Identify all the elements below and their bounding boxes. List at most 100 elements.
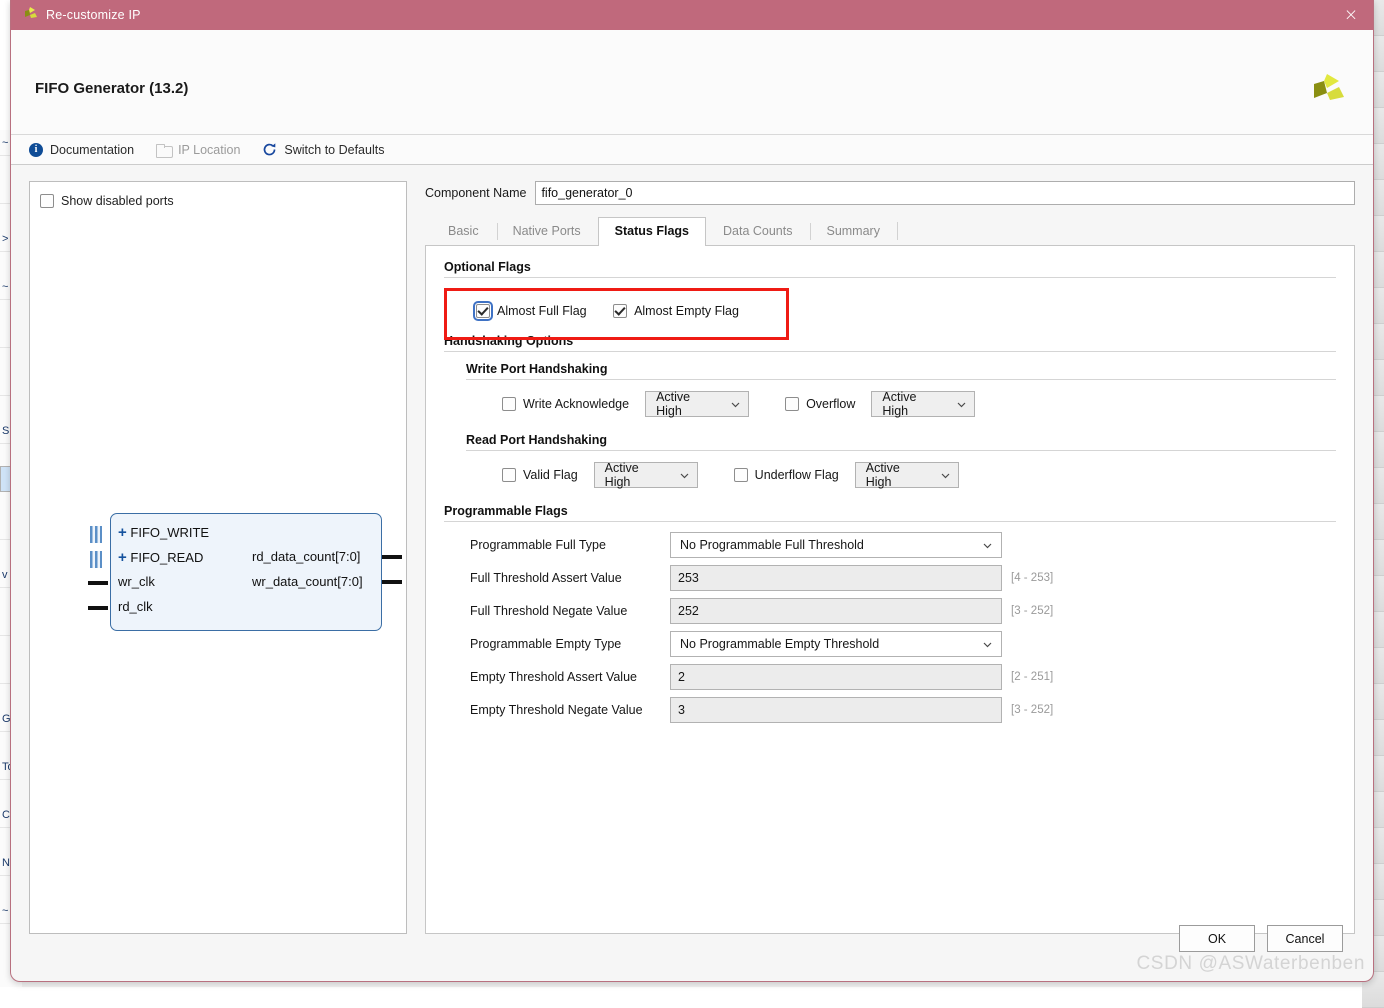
documentation-button[interactable]: i Documentation [29,143,134,157]
tab-summary[interactable]: Summary [809,217,896,245]
almost-empty-flag-checkbox[interactable] [613,304,627,318]
expand-icon[interactable]: + [118,524,127,541]
programmable-empty-type-label: Programmable Empty Type [470,637,670,651]
full-threshold-negate-row: Full Threshold Negate Value [3 - 252] [470,598,1336,624]
port-label-fifo-write[interactable]: + FIFO_WRITE [118,524,209,541]
switch-to-defaults-button[interactable]: Switch to Defaults [262,142,384,157]
cancel-button[interactable]: Cancel [1267,925,1343,952]
overflow-row[interactable]: Overflow [785,397,855,411]
full-threshold-negate-input[interactable] [670,598,1002,624]
handshaking-options-title: Handshaking Options [444,334,1336,348]
write-acknowledge-polarity-value: Active High [656,390,717,418]
programmable-full-type-value: No Programmable Full Threshold [680,538,864,552]
ip-options-panel: Component Name Basic Native Ports Status… [425,181,1355,934]
tab-bar-filler [897,222,1355,240]
write-acknowledge-polarity-select[interactable]: Active High [645,391,749,417]
empty-threshold-assert-input[interactable] [670,664,1002,690]
xilinx-logo-icon [21,6,39,24]
empty-threshold-negate-input[interactable] [670,697,1002,723]
tab-data-counts[interactable]: Data Counts [706,217,809,245]
port-label-fifo-read[interactable]: + FIFO_READ [118,549,203,566]
ok-button[interactable]: OK [1179,925,1255,952]
dialog-header: FIFO Generator (13.2) [11,30,1373,135]
ip-location-label: IP Location [178,143,240,157]
tab-bar: Basic Native Ports Status Flags Data Cou… [425,217,1355,246]
empty-threshold-assert-label: Empty Threshold Assert Value [470,670,670,684]
programmable-flags-grid: Programmable Full Type No Programmable F… [470,532,1336,723]
almost-full-flag-label: Almost Full Flag [497,304,587,318]
write-acknowledge-row[interactable]: Write Acknowledge [502,397,629,411]
close-icon[interactable]: × [1329,0,1373,30]
pin-rd-data-count [382,555,402,559]
programmable-empty-type-value: No Programmable Empty Threshold [680,637,879,651]
tab-native-ports[interactable]: Native Ports [496,217,598,245]
pin-fifo-read [90,551,102,568]
pin-wr-clk [88,581,108,585]
chevron-down-icon [731,400,740,409]
tab-status-flags[interactable]: Status Flags [598,217,706,246]
underflow-flag-polarity-select[interactable]: Active High [855,462,959,488]
almost-full-flag-row[interactable]: Almost Full Flag [476,304,587,318]
re-customize-ip-dialog: Re-customize IP × FIFO Generator (13.2) … [10,0,1374,982]
chevron-down-icon [983,541,992,550]
component-name-input[interactable] [535,181,1355,205]
empty-threshold-negate-label: Empty Threshold Negate Value [470,703,670,717]
show-disabled-ports-checkbox[interactable] [40,194,54,208]
full-threshold-negate-range: [3 - 252] [1011,605,1053,617]
empty-threshold-negate-row: Empty Threshold Negate Value [3 - 252] [470,697,1336,723]
almost-full-flag-checkbox[interactable] [476,304,490,318]
chevron-down-icon [680,471,689,480]
switch-to-defaults-label: Switch to Defaults [284,143,384,157]
full-threshold-negate-label: Full Threshold Negate Value [470,604,670,618]
ip-symbol-diagram: + FIFO_WRITE + FIFO_READ wr_clk rd_clk r… [82,507,382,637]
read-port-divider [466,450,1336,451]
programmable-flags-divider [444,521,1336,522]
documentation-label: Documentation [50,143,134,157]
full-threshold-assert-input[interactable] [670,565,1002,591]
info-icon: i [29,143,43,157]
programmable-full-type-row: Programmable Full Type No Programmable F… [470,532,1336,558]
write-port-handshaking-title: Write Port Handshaking [466,362,1336,376]
show-disabled-ports-row[interactable]: Show disabled ports [40,194,174,208]
ip-location-button[interactable]: IP Location [156,143,240,157]
valid-flag-row[interactable]: Valid Flag [502,468,578,482]
overflow-checkbox[interactable] [785,397,799,411]
underflow-flag-checkbox[interactable] [734,468,748,482]
port-name: FIFO_WRITE [130,525,209,540]
overflow-label: Overflow [806,397,855,411]
chevron-down-icon [957,400,966,409]
programmable-full-type-label: Programmable Full Type [470,538,670,552]
refresh-icon [262,142,277,157]
status-flags-tab-content: Optional Flags Almost Full Flag Almost E… [425,246,1355,934]
programmable-empty-type-row: Programmable Empty Type No Programmable … [470,631,1336,657]
dialog-toolbar: i Documentation IP Location Switch to De… [11,135,1373,165]
programmable-empty-type-select[interactable]: No Programmable Empty Threshold [670,631,1002,657]
full-threshold-assert-range: [4 - 253] [1011,572,1053,584]
underflow-flag-row[interactable]: Underflow Flag [734,468,839,482]
pin-rd-clk [88,606,108,610]
optional-flags-title: Optional Flags [444,260,1336,274]
valid-flag-polarity-select[interactable]: Active High [594,462,698,488]
port-label-rd-clk: rd_clk [118,599,153,614]
handshaking-options-divider [444,351,1336,352]
write-acknowledge-checkbox[interactable] [502,397,516,411]
port-label-rd-data-count: rd_data_count[7:0] [252,549,360,564]
component-name-row: Component Name [425,181,1355,205]
programmable-full-type-select[interactable]: No Programmable Full Threshold [670,532,1002,558]
valid-flag-polarity-value: Active High [605,461,666,489]
port-name: FIFO_READ [130,550,203,565]
expand-icon[interactable]: + [118,549,127,566]
port-label-wr-clk: wr_clk [118,574,155,589]
optional-flags-divider [444,277,1336,278]
dialog-body: Show disabled ports + FIFO_WRITE + FIFO_… [11,165,1373,911]
optional-flags-box: Almost Full Flag Almost Empty Flag [444,288,1336,334]
full-threshold-assert-label: Full Threshold Assert Value [470,571,670,585]
watermark: CSDN @ASWaterbenben [1136,953,1365,975]
almost-empty-flag-row[interactable]: Almost Empty Flag [613,304,739,318]
tab-basic[interactable]: Basic [431,217,496,245]
valid-flag-checkbox[interactable] [502,468,516,482]
overflow-polarity-select[interactable]: Active High [871,391,975,417]
chevron-down-icon [941,471,950,480]
write-port-divider [466,379,1336,380]
dialog-titlebar: Re-customize IP × [11,0,1373,30]
